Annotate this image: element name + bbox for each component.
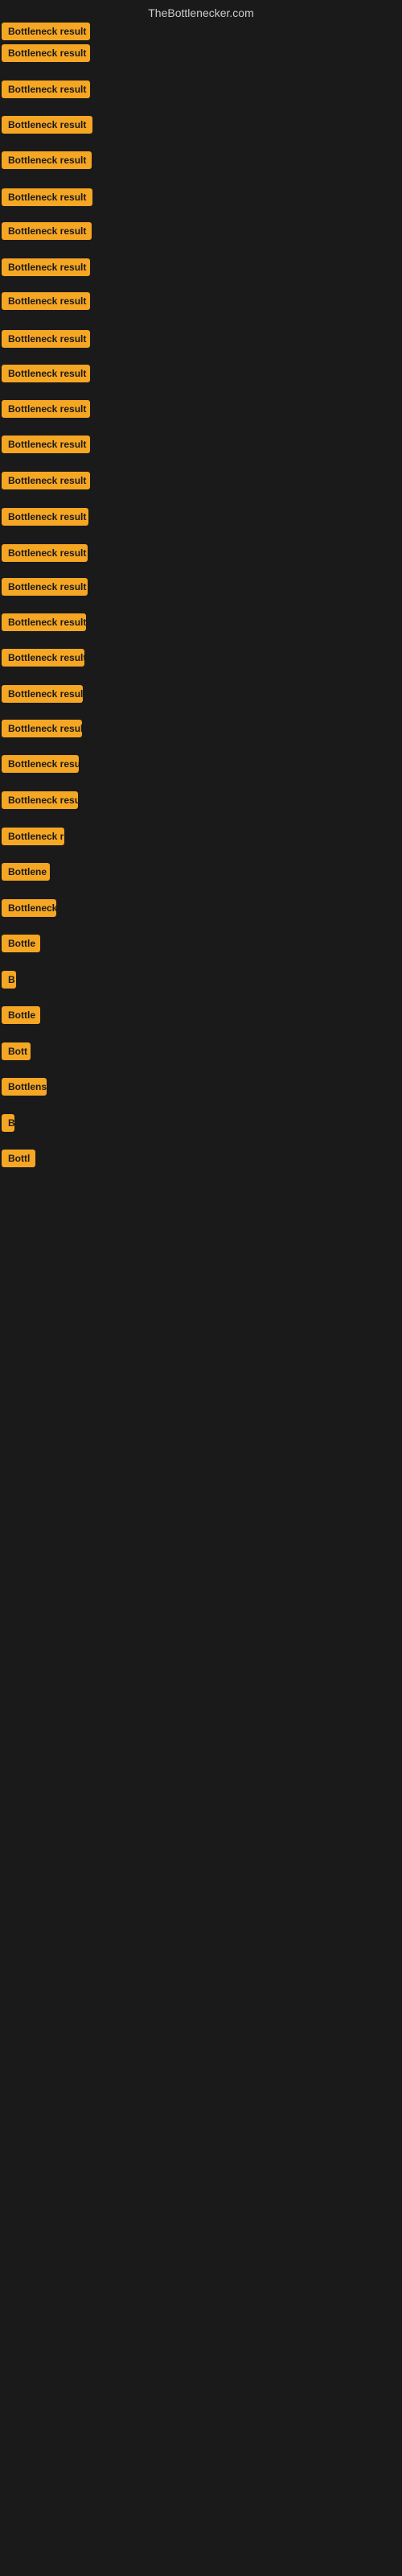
bottleneck-result-badge: Bottleneck result — [2, 23, 90, 40]
bottleneck-result-badge: Bottleneck result — [2, 685, 83, 703]
bottleneck-result-badge: Bottle — [2, 935, 40, 952]
bottleneck-result-badge: Bott — [2, 1042, 31, 1060]
bottleneck-result-badge: Bottleneck result — [2, 544, 88, 562]
bottleneck-result-badge: Bottleneck result — [2, 720, 82, 737]
bottleneck-result-badge: Bottleneck result — [2, 578, 88, 596]
bottleneck-result-badge: B — [2, 1114, 14, 1132]
bottleneck-result-badge: Bottleneck result — [2, 151, 92, 169]
bottleneck-result-badge: Bottleneck result — [2, 436, 90, 453]
bottleneck-result-badge: Bottleneck result — [2, 188, 92, 206]
bottleneck-result-badge: Bottlene — [2, 863, 50, 881]
bottleneck-result-badge: Bottleneck result — [2, 649, 84, 667]
bottleneck-result-badge: Bottleneck result — [2, 80, 90, 98]
bottleneck-result-badge: B — [2, 971, 16, 989]
bottleneck-result-badge: Bottleneck result — [2, 44, 90, 62]
bottleneck-result-badge: Bottleneck result — [2, 613, 86, 631]
bottleneck-result-badge: Bottleneck result — [2, 116, 92, 134]
bottleneck-result-badge: Bottleneck result — [2, 258, 90, 276]
bottleneck-result-badge: Bottleneck result — [2, 365, 90, 382]
bottleneck-result-badge: Bottleneck result — [2, 330, 90, 348]
bottleneck-result-badge: Bottle — [2, 1006, 40, 1024]
bottleneck-result-badge: Bottl — [2, 1150, 35, 1167]
bottleneck-result-badge: Bottleneck result — [2, 400, 90, 418]
bottleneck-result-badge: Bottleneck resu — [2, 791, 78, 809]
bottleneck-result-badge: Bottleneck result — [2, 508, 88, 526]
bottleneck-result-badge: Bottleneck result — [2, 472, 90, 489]
bottleneck-result-badge: Bottleneck result — [2, 292, 90, 310]
bottleneck-result-badge: Bottleneck resu — [2, 755, 79, 773]
bottleneck-result-badge: Bottleneck result — [2, 222, 92, 240]
bottleneck-result-badge: Bottlens — [2, 1078, 47, 1096]
bottleneck-result-badge: Bottleneck — [2, 899, 56, 917]
bottleneck-result-badge: Bottleneck r — [2, 828, 64, 845]
